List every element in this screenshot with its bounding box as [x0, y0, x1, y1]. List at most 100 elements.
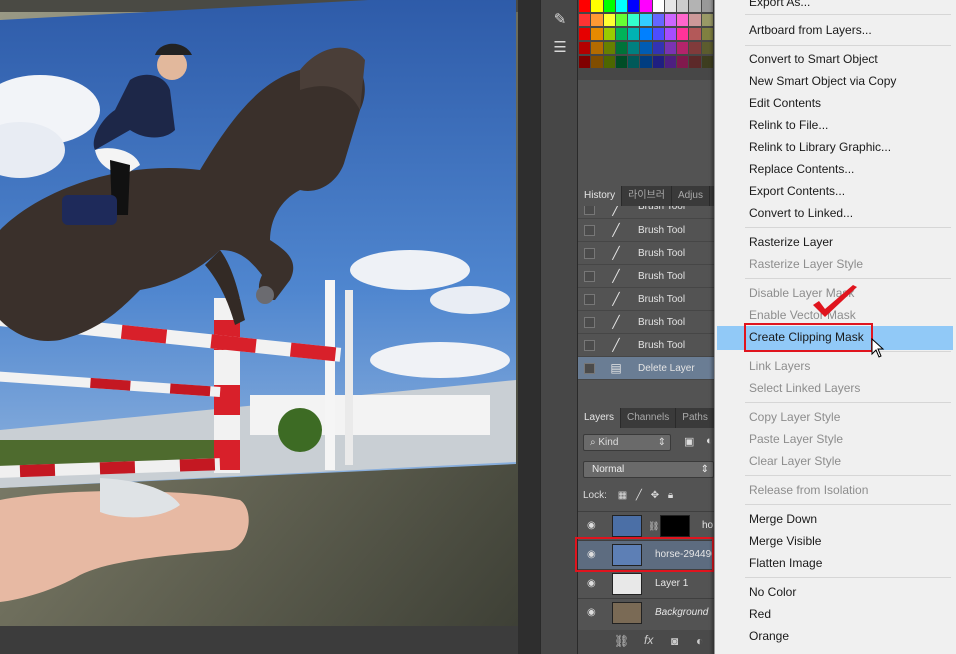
menu-item-merge-visible[interactable]: Merge Visible	[749, 531, 821, 551]
adjustment-layer-icon[interactable]: ◐	[696, 634, 703, 648]
color-swatch[interactable]	[579, 28, 591, 40]
color-swatch[interactable]	[677, 56, 689, 68]
color-swatch[interactable]	[689, 14, 701, 26]
lock-position-icon[interactable]: ✥	[651, 490, 659, 501]
color-swatch[interactable]	[591, 14, 603, 26]
color-swatch[interactable]	[664, 0, 677, 12]
menu-item-rasterize-layer[interactable]: Rasterize Layer	[749, 232, 833, 252]
color-swatch[interactable]	[591, 42, 603, 54]
menu-item-no-color[interactable]: No Color	[749, 582, 796, 602]
color-swatch[interactable]	[615, 0, 628, 12]
lock-all-icon[interactable]: 🔒︎	[668, 490, 673, 501]
menu-item-relink-to-file[interactable]: Relink to File...	[749, 115, 828, 135]
visibility-eye-icon[interactable]: ◉	[587, 607, 601, 619]
color-swatch[interactable]	[652, 56, 664, 68]
color-swatch[interactable]	[603, 56, 615, 68]
color-swatch[interactable]	[677, 0, 689, 12]
color-swatch[interactable]	[579, 42, 591, 54]
visibility-eye-icon[interactable]: ◉	[587, 578, 601, 590]
visibility-eye-icon[interactable]: ◉	[587, 520, 601, 532]
tab-paths[interactable]: Paths	[676, 408, 715, 428]
layer-thumbnail[interactable]	[612, 544, 642, 566]
fx-icon[interactable]: fx	[644, 633, 653, 647]
color-swatch[interactable]	[640, 28, 652, 40]
menu-item-merge-down[interactable]: Merge Down	[749, 509, 817, 529]
lock-paint-icon[interactable]: ╱	[636, 490, 642, 501]
history-item[interactable]: ╱ Brush Tool	[578, 206, 714, 219]
color-swatch[interactable]	[603, 42, 615, 54]
lock-transparency-icon[interactable]: ▦	[618, 490, 627, 501]
link-layers-icon[interactable]: ⛓	[614, 634, 629, 648]
color-swatch[interactable]	[591, 56, 603, 68]
color-swatch[interactable]	[603, 28, 615, 40]
blend-mode-select[interactable]: Normal ⇕	[583, 461, 714, 478]
menu-item-relink-to-library-graphic[interactable]: Relink to Library Graphic...	[749, 137, 891, 157]
color-swatch[interactable]	[603, 0, 615, 12]
color-swatch[interactable]	[640, 14, 652, 26]
color-swatch[interactable]	[640, 56, 652, 68]
layer-thumbnail[interactable]	[612, 573, 642, 595]
history-snapshot-checkbox[interactable]	[584, 317, 595, 328]
color-swatch[interactable]	[664, 42, 677, 54]
color-swatch[interactable]	[628, 14, 640, 26]
color-swatch[interactable]	[652, 14, 664, 26]
layer-thumbnail[interactable]	[612, 602, 642, 624]
color-swatch[interactable]	[615, 14, 628, 26]
tab-adjustments[interactable]: Adjus	[672, 186, 710, 206]
layer-row[interactable]: ◉ ⛓ ho	[578, 511, 714, 540]
color-swatch[interactable]	[628, 0, 640, 12]
color-swatch[interactable]	[628, 56, 640, 68]
history-snapshot-checkbox[interactable]	[584, 294, 595, 305]
menu-item-orange[interactable]: Orange	[749, 626, 789, 646]
history-snapshot-checkbox[interactable]	[584, 271, 595, 282]
layer-row-selected[interactable]: ◉ horse-2944962	[578, 540, 722, 569]
adjustment-filter-icon[interactable]: ◐	[706, 435, 713, 447]
color-swatch[interactable]	[664, 28, 677, 40]
layer-row[interactable]: ◉ Layer 1	[578, 569, 714, 598]
color-swatch[interactable]	[664, 14, 677, 26]
history-item[interactable]: ╱ Brush Tool	[578, 219, 714, 242]
history-snapshot-checkbox[interactable]	[584, 340, 595, 351]
menu-item-replace-contents[interactable]: Replace Contents...	[749, 159, 854, 179]
color-swatch[interactable]	[615, 56, 628, 68]
image-filter-icon[interactable]: ▣	[684, 435, 694, 448]
color-swatch[interactable]	[677, 42, 689, 54]
add-mask-icon[interactable]: ◙	[671, 634, 678, 648]
menu-item-red[interactable]: Red	[749, 604, 771, 624]
color-swatch[interactable]	[579, 0, 591, 12]
tool-settings-icon[interactable]: ☰	[549, 38, 571, 58]
chain-link-icon[interactable]: ⛓	[648, 521, 659, 532]
color-swatch[interactable]	[615, 42, 628, 54]
history-item[interactable]: ╱ Brush Tool	[578, 242, 714, 265]
color-swatch[interactable]	[652, 28, 664, 40]
menu-item-export-as[interactable]: Export As...	[749, 0, 810, 12]
tab-libraries[interactable]: 라이브러	[622, 186, 672, 206]
color-swatch[interactable]	[701, 28, 713, 40]
color-swatch[interactable]	[579, 56, 591, 68]
color-swatch[interactable]	[628, 42, 640, 54]
history-item[interactable]: ╱ Brush Tool	[578, 334, 714, 357]
history-snapshot-checkbox[interactable]	[584, 206, 595, 215]
color-swatch[interactable]	[689, 42, 701, 54]
tab-channels[interactable]: Channels	[621, 408, 677, 428]
layer-row[interactable]: ◉ Background	[578, 598, 714, 627]
history-item[interactable]: ╱ Brush Tool	[578, 288, 714, 311]
color-swatch[interactable]	[615, 28, 628, 40]
color-swatch[interactable]	[701, 42, 713, 54]
color-swatch[interactable]	[640, 0, 652, 12]
color-swatch[interactable]	[640, 42, 652, 54]
color-swatch[interactable]	[628, 28, 640, 40]
color-swatch[interactable]	[689, 56, 701, 68]
color-swatch[interactable]	[591, 0, 603, 12]
menu-item-new-smart-object-via-copy[interactable]: New Smart Object via Copy	[749, 71, 896, 91]
color-swatch[interactable]	[591, 28, 603, 40]
menu-item-convert-to-smart-object[interactable]: Convert to Smart Object	[749, 49, 878, 69]
color-swatch[interactable]	[701, 56, 713, 68]
color-swatch[interactable]	[701, 0, 713, 12]
history-snapshot-checkbox[interactable]	[584, 248, 595, 259]
menu-item-edit-contents[interactable]: Edit Contents	[749, 93, 821, 113]
layer-mask-thumbnail[interactable]	[660, 515, 690, 537]
color-swatch[interactable]	[652, 42, 664, 54]
history-snapshot-checkbox[interactable]	[584, 363, 595, 374]
swatch-grid[interactable]	[579, 0, 714, 69]
